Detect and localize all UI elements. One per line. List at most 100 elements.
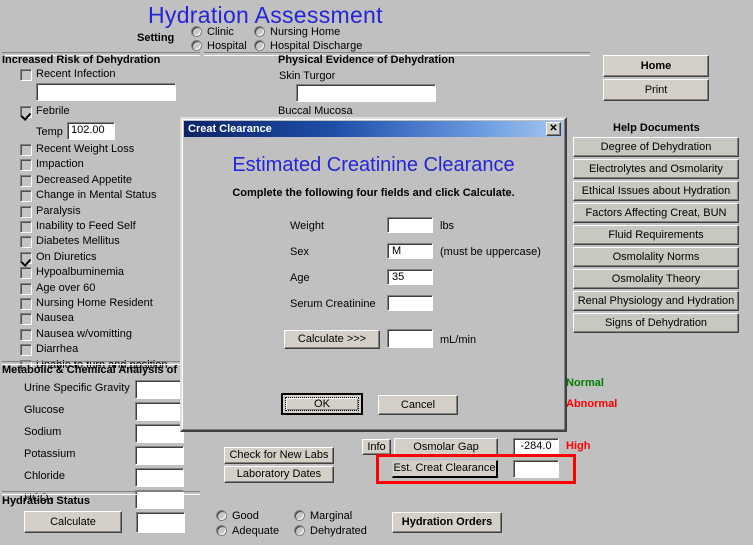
help-document-button[interactable]: Fluid Requirements [573,225,739,245]
checkbox-risk-item[interactable] [20,298,32,310]
dialog-field-label: Serum Creatinine [290,298,376,310]
help-document-button[interactable]: Ethical Issues about Hydration [573,181,739,201]
dialog-field-input[interactable]: 35 [387,269,433,285]
skin-turgor-field[interactable] [296,84,436,102]
checkbox-risk-item[interactable] [20,144,32,156]
checkbox-risk-item[interactable] [20,329,32,341]
metabolic-row-value [136,469,183,470]
help-document-label: Ethical Issues about Hydration [581,184,731,197]
hydration-status-result-value [137,513,184,514]
metabolic-row-field[interactable] [135,380,184,399]
help-document-button[interactable]: Degree of Dehydration [573,137,739,157]
print-label: Print [644,83,668,96]
skin-turgor-value [297,85,435,86]
recent-infection-note-value [37,84,175,85]
help-document-label: Renal Physiology and Hydration [577,294,735,307]
radio-setting-nursing-home[interactable] [254,26,265,37]
dialog-ok-label: OK [314,398,330,410]
recent-infection-note-field[interactable] [36,83,176,101]
est-creat-clearance-button[interactable]: Est. Creat Clearance [392,460,498,478]
radio-setting-hospital-discharge[interactable] [254,40,265,51]
metabolic-row-label: Sodium [24,426,62,438]
dialog-field-unit: (must be uppercase) [440,246,541,258]
dialog-result-field[interactable] [387,329,433,348]
dialog-calculate-button[interactable]: Calculate >>> [284,330,380,349]
laboratory-dates-button[interactable]: Laboratory Dates [224,466,334,483]
home-label: Home [640,59,672,72]
radio-label-nursing-home: Nursing Home [270,26,341,38]
info-button[interactable]: Info [362,439,391,455]
help-document-button[interactable]: Factors Affecting Creat, BUN [573,203,739,223]
osmolar-gap-button[interactable]: Osmolar Gap [394,438,498,456]
dialog-field-label: Weight [290,220,325,232]
checkbox-recent-infection[interactable] [20,69,32,81]
checkbox-risk-item[interactable] [20,175,32,187]
temp-label: Temp [36,126,63,138]
dialog-field-input[interactable]: M [387,243,433,259]
checkbox-risk-item[interactable] [20,267,32,279]
dialog-field-input[interactable] [387,295,433,311]
radio-setting-hospital[interactable] [191,40,202,51]
osmolar-gap-value-field[interactable]: -284.0 [513,438,559,455]
checkbox-label-risk-item: Paralysis [36,205,81,217]
dialog-ok-button[interactable]: OK [281,393,363,415]
checkbox-risk-item[interactable] [20,190,32,202]
help-document-button[interactable]: Electrolytes and Osmolarity [573,159,739,179]
checkbox-risk-item[interactable] [20,221,32,233]
dialog-field-input[interactable] [387,217,433,233]
help-document-button[interactable]: Renal Physiology and Hydration [573,291,739,311]
skin-turgor-label: Skin Turgor [279,70,336,82]
checkbox-label-risk-item: On Diuretics [36,251,97,263]
check-new-labs-button[interactable]: Check for New Labs [224,447,334,464]
checkbox-risk-item[interactable] [20,344,32,356]
radio-status-adequate[interactable] [216,525,227,536]
radio-status-dehydrated[interactable] [294,525,305,536]
checkbox-label-risk-item: Nausea w/vomitting [36,328,132,340]
radio-label-marginal: Marginal [310,510,353,522]
hydration-calculate-button[interactable]: Calculate [24,511,122,533]
est-creat-clearance-value-field[interactable] [513,460,559,478]
info-label: Info [367,440,386,453]
metabolic-row-field[interactable] [135,446,184,465]
help-document-button[interactable]: Signs of Dehydration [573,313,739,333]
hydration-status-result-field[interactable] [136,512,185,533]
checkbox-label-risk-item: Nausea [36,312,74,324]
temp-field[interactable]: 102.00 [67,122,115,140]
dialog-field-value [388,296,432,297]
dialog-result-value [388,330,432,331]
laboratory-dates-label: Laboratory Dates [236,468,322,480]
dialog-cancel-button[interactable]: Cancel [378,395,458,415]
checkbox-risk-item[interactable] [20,283,32,295]
checkbox-label-risk-item: Inability to Feed Self [36,220,136,232]
close-icon[interactable]: ✕ [546,122,561,136]
dialog-field-value [388,218,432,219]
metabolic-row-field[interactable] [135,402,184,421]
dialog-title-bar[interactable]: Creat Clearance ✕ [184,121,563,137]
help-document-button[interactable]: Osmolality Theory [573,269,739,289]
checkbox-febrile[interactable] [20,106,32,118]
radio-setting-clinic[interactable] [191,26,202,37]
metabolic-row-label: Chloride [24,470,65,482]
help-document-label: Fluid Requirements [608,228,704,241]
print-button[interactable]: Print [603,79,709,101]
metabolic-row-field[interactable] [135,468,184,487]
checkbox-risk-item[interactable] [20,313,32,325]
radio-status-good[interactable] [216,510,227,521]
checkbox-risk-item[interactable] [20,252,32,264]
metabolic-row-field[interactable] [135,424,184,443]
dialog-field-label: Age [290,272,310,284]
metabolic-section-title: Metabolic & Chemical Analysis of [2,364,178,376]
help-document-button[interactable]: Osmolality Norms [573,247,739,267]
creat-clearance-dialog: Creat Clearance ✕ Estimated Creatinine C… [180,117,567,432]
home-button[interactable]: Home [603,55,709,77]
checkbox-risk-item[interactable] [20,159,32,171]
checkbox-risk-item[interactable] [20,206,32,218]
checkbox-label-febrile: Febrile [36,105,70,117]
radio-status-marginal[interactable] [294,510,305,521]
hydration-orders-button[interactable]: Hydration Orders [392,512,502,533]
help-document-label: Signs of Dehydration [604,316,708,329]
checkbox-risk-item[interactable] [20,236,32,248]
page-title: Hydration Assessment [148,2,383,28]
application-window: Hydration Assessment Setting Clinic Nurs… [0,0,753,545]
osmolar-gap-label: Osmolar Gap [413,440,479,453]
